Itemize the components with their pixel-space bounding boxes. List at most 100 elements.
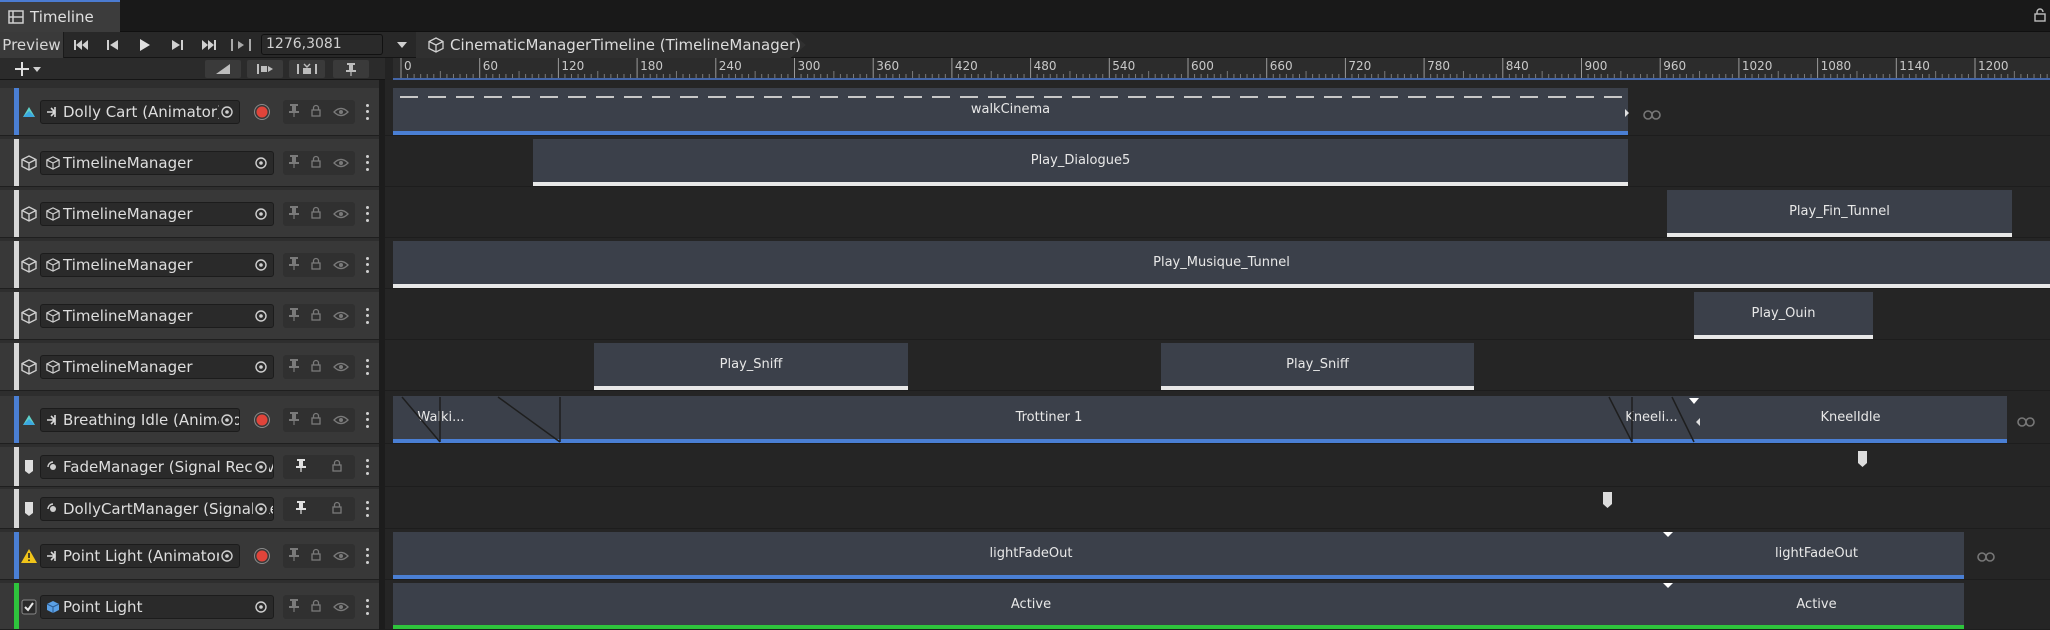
timeline-clip[interactable]: Play_Fin_Tunnel (1667, 190, 2012, 237)
track-menu-icon[interactable] (362, 410, 372, 430)
pin-icon[interactable] (289, 547, 299, 565)
track-menu-icon[interactable] (362, 597, 372, 617)
track-header[interactable]: DollyCartManager (Signal Receiver) (0, 489, 379, 529)
lock-icon[interactable] (311, 307, 321, 325)
time-ruler[interactable]: 0 60 120 180 240 300 360 420 480 540 600 660 720 780 8… (393, 58, 2050, 80)
object-picker-icon[interactable] (253, 599, 269, 615)
track-binding-field[interactable]: TimelineManager (40, 355, 274, 379)
track-binding-field[interactable]: Point Light (40, 595, 274, 619)
track-header[interactable]: FadeManager (Signal Receiver) (0, 447, 379, 487)
record-button[interactable] (249, 544, 275, 568)
goto-end-button[interactable] (194, 32, 224, 58)
track-header[interactable]: TimelineManager (0, 241, 379, 289)
eye-icon[interactable] (333, 103, 349, 121)
lock-icon[interactable] (311, 598, 321, 616)
eye-icon[interactable] (333, 598, 349, 616)
timeline-clip[interactable]: Trottiner 1 (489, 396, 1609, 443)
track-lane[interactable] (385, 447, 2050, 487)
track-lane[interactable]: Play_Dialogue5 (385, 139, 2050, 187)
lock-icon[interactable] (311, 103, 321, 121)
track-binding-field[interactable]: Point Light (Animator) (40, 544, 240, 568)
snap-mode-button[interactable] (247, 60, 283, 78)
track-lane[interactable]: Play_Sniff Play_Sniff (385, 343, 2050, 391)
pin-icon[interactable] (289, 103, 299, 121)
track-lane[interactable]: Walki... Trottiner 1 Kneeli... KneelIdle (385, 396, 2050, 444)
timeline-clip[interactable]: Kneeli... (1609, 396, 1694, 443)
lock-icon[interactable] (311, 358, 321, 376)
track-binding-field[interactable]: TimelineManager (40, 151, 274, 175)
track-header[interactable]: TimelineManager (0, 139, 379, 187)
track-binding-field[interactable]: DollyCartManager (Signal Receiver) (40, 497, 274, 521)
track-menu-icon[interactable] (362, 357, 372, 377)
current-frame-field[interactable]: 1276,3081 (261, 34, 383, 55)
record-button[interactable] (249, 100, 275, 124)
track-lane[interactable]: lightFadeOut lightFadeOut (385, 532, 2050, 580)
track-menu-icon[interactable] (362, 102, 372, 122)
timeline-clip[interactable]: Play_Sniff (594, 343, 908, 390)
edit-mode-button[interactable] (289, 60, 325, 78)
tab-timeline[interactable]: Timeline (0, 0, 120, 32)
track-lane[interactable]: walkCinema (385, 88, 2050, 136)
frame-format-dropdown[interactable] (392, 32, 412, 58)
preview-button[interactable]: Preview (0, 32, 64, 58)
lock-icon[interactable] (311, 547, 321, 565)
object-picker-icon[interactable] (253, 501, 269, 517)
track-menu-icon[interactable] (362, 499, 372, 519)
lock-icon[interactable] (311, 205, 321, 223)
previous-frame-button[interactable] (98, 32, 128, 58)
curves-toggle-button[interactable] (205, 60, 241, 78)
track-header[interactable]: TimelineManager (0, 292, 379, 340)
track-binding-field[interactable]: Dolly Cart (Animator) (40, 100, 240, 124)
track-lane[interactable] (385, 489, 2050, 529)
object-picker-icon[interactable] (219, 548, 235, 564)
timeline-clip[interactable]: Play_Sniff (1161, 343, 1474, 390)
timeline-clip[interactable]: Active (393, 583, 1669, 629)
track-header[interactable]: Point Light (0, 583, 379, 630)
object-picker-icon[interactable] (253, 359, 269, 375)
lock-icon[interactable] (311, 256, 321, 274)
timeline-clip[interactable]: Play_Ouin (1694, 292, 1873, 339)
track-binding-field[interactable]: TimelineManager (40, 304, 274, 328)
track-binding-field[interactable]: TimelineManager (40, 253, 274, 277)
lock-icon[interactable] (2034, 8, 2046, 22)
timeline-clip[interactable]: walkCinema (393, 88, 1628, 135)
eye-icon[interactable] (333, 411, 349, 429)
track-binding-field[interactable]: FadeManager (Signal Receiver) (40, 455, 274, 479)
lock-icon[interactable] (332, 458, 342, 476)
breadcrumb[interactable]: CinematicManagerTimeline (TimelineManage… (416, 32, 806, 58)
add-track-button[interactable] (14, 58, 58, 80)
eye-icon[interactable] (333, 154, 349, 172)
pin-icon[interactable] (289, 154, 299, 172)
pin-icon[interactable] (289, 307, 299, 325)
object-picker-icon[interactable] (253, 155, 269, 171)
object-picker-icon[interactable] (253, 459, 269, 475)
pin-playhead-button[interactable] (333, 60, 369, 78)
track-header[interactable]: TimelineManager (0, 343, 379, 391)
timeline-clip[interactable]: Active (1669, 583, 1964, 629)
track-menu-icon[interactable] (362, 255, 372, 275)
track-header[interactable]: Point Light (Animator) (0, 532, 379, 580)
pin-icon[interactable] (289, 358, 299, 376)
pin-icon[interactable] (296, 500, 306, 518)
pin-icon[interactable] (289, 411, 299, 429)
lock-icon[interactable] (332, 500, 342, 518)
timeline-clip[interactable]: lightFadeOut (1669, 532, 1964, 579)
pin-icon[interactable] (289, 256, 299, 274)
pin-icon[interactable] (289, 598, 299, 616)
track-header[interactable]: TimelineManager (0, 190, 379, 238)
track-header[interactable]: Dolly Cart (Animator) (0, 88, 379, 136)
object-picker-icon[interactable] (219, 412, 235, 428)
record-button[interactable] (249, 408, 275, 432)
track-binding-field[interactable]: Breathing Idle (Animator) (40, 408, 240, 432)
eye-icon[interactable] (333, 547, 349, 565)
track-header[interactable]: Breathing Idle (Animator) (0, 396, 379, 444)
track-menu-icon[interactable] (362, 306, 372, 326)
object-picker-icon[interactable] (219, 104, 235, 120)
eye-icon[interactable] (333, 256, 349, 274)
timeline-clip[interactable]: KneelIdle (1694, 396, 2007, 443)
goto-start-button[interactable] (66, 32, 96, 58)
track-lane[interactable]: Play_Ouin (385, 292, 2050, 340)
track-lane[interactable]: Play_Musique_Tunnel (385, 241, 2050, 289)
track-lane[interactable]: Active Active (385, 583, 2050, 630)
pin-icon[interactable] (296, 458, 306, 476)
